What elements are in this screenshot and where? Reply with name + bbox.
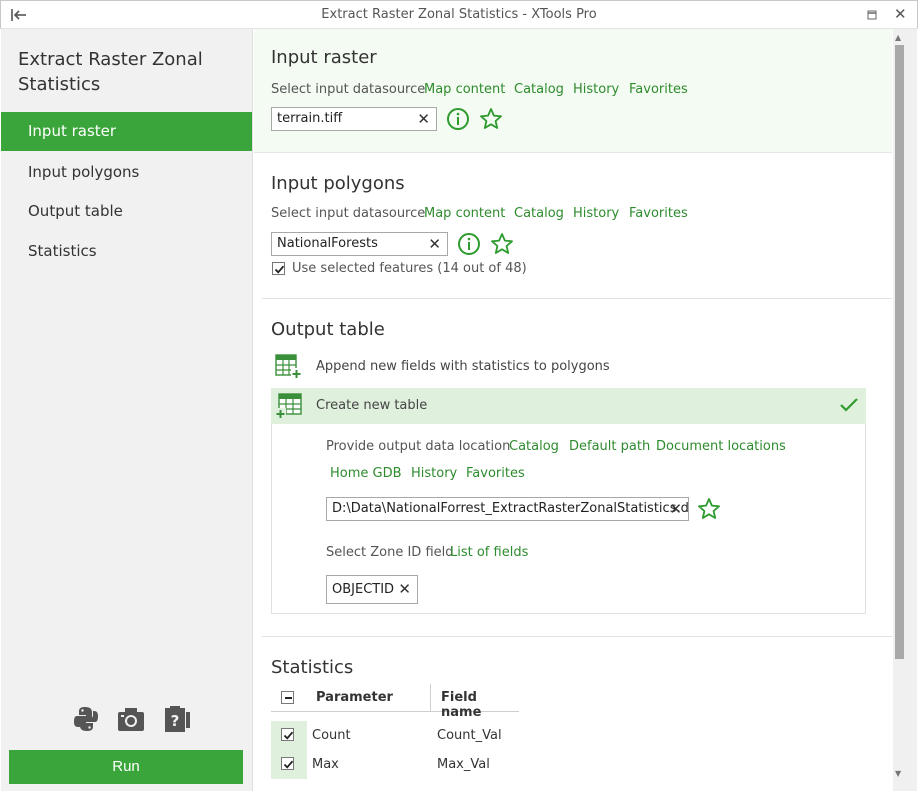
zone-field-label: Select Zone ID field (326, 545, 454, 560)
output-link-home-gdb[interactable]: Home GDB (330, 466, 402, 481)
option-create-label: Create new table (316, 398, 428, 413)
row-field-name: Count_Val (437, 728, 502, 743)
use-selected-checkbox[interactable] (272, 262, 285, 275)
raster-info-icon[interactable] (446, 107, 470, 131)
sidebar-heading: Extract Raster Zonal Statistics (18, 49, 203, 95)
input-raster-section: Input raster Select input datasource Map… (254, 29, 892, 153)
title-bar: Extract Raster Zonal Statistics - XTools… (0, 0, 918, 29)
raster-favorite-star-icon[interactable] (479, 107, 503, 131)
append-table-icon (275, 353, 303, 385)
statistics-table-header: Parameter Field name (271, 684, 519, 720)
polygons-input-field[interactable]: NationalForests ✕ (271, 232, 448, 256)
polygons-link-history[interactable]: History (573, 206, 619, 221)
polygons-link-map-content[interactable]: Map content (424, 206, 505, 221)
restore-icon[interactable] (867, 9, 877, 20)
scroll-up-arrow-icon[interactable]: ▲ (895, 33, 901, 42)
sidebar-item-output-table[interactable]: Output table (1, 192, 252, 231)
raster-select-label: Select input datasource (271, 82, 426, 97)
create-table-icon (275, 392, 303, 424)
divider (262, 636, 892, 637)
sidebar-item-input-polygons[interactable]: Input polygons (1, 153, 252, 192)
statistics-title: Statistics (271, 657, 354, 678)
help-clipboard-icon[interactable]: ? (162, 704, 192, 734)
vertical-scrollbar[interactable]: ▲ ▼ (893, 29, 917, 791)
clear-raster-icon[interactable]: ✕ (417, 108, 430, 130)
sidebar-tools: ? (71, 704, 201, 736)
window-title: Extract Raster Zonal Statistics - XTools… (321, 7, 597, 22)
polygons-info-icon[interactable] (457, 232, 481, 256)
zone-id-value: OBJECTID (332, 582, 395, 597)
column-header-field-name[interactable]: Field name (441, 690, 519, 720)
output-table-title: Output table (271, 319, 385, 340)
clear-output-path-icon[interactable]: ✕ (669, 498, 682, 520)
raster-link-history[interactable]: History (573, 82, 619, 97)
clear-zone-id-icon[interactable]: ✕ (398, 576, 411, 603)
python-icon[interactable] (71, 704, 101, 734)
table-row[interactable]: Count Count_Val (271, 721, 519, 750)
svg-text:?: ? (171, 712, 180, 730)
option-create-new-table[interactable]: Create new table (271, 388, 866, 424)
raster-link-catalog[interactable]: Catalog (514, 82, 564, 97)
row-checkbox-max[interactable] (281, 757, 294, 770)
table-row[interactable]: Max Max_Val (271, 750, 519, 779)
polygons-input-value: NationalForests (277, 236, 378, 251)
selected-check-icon (839, 396, 859, 418)
clear-polygons-icon[interactable]: ✕ (428, 233, 441, 255)
sidebar-item-statistics[interactable]: Statistics (1, 232, 252, 271)
output-link-history[interactable]: History (411, 466, 457, 481)
sidebar-item-input-raster[interactable]: Input raster (1, 112, 252, 151)
polygons-select-label: Select input datasource (271, 206, 426, 221)
output-location-label: Provide output data location (326, 439, 511, 454)
output-link-favorites[interactable]: Favorites (466, 466, 525, 481)
use-selected-label: Use selected features (14 out of 48) (292, 261, 527, 276)
row-field-name: Max_Val (437, 757, 490, 772)
row-checkbox-count[interactable] (281, 728, 294, 741)
raster-input-value: terrain.tiff (277, 111, 343, 126)
output-favorite-star-icon[interactable] (697, 497, 721, 521)
divider (262, 298, 892, 299)
column-header-parameter[interactable]: Parameter (316, 690, 393, 705)
input-raster-title: Input raster (271, 47, 377, 68)
polygons-link-catalog[interactable]: Catalog (514, 206, 564, 221)
row-parameter: Count (312, 728, 351, 743)
polygons-favorite-star-icon[interactable] (490, 232, 514, 256)
output-link-catalog[interactable]: Catalog (509, 439, 559, 454)
option-append-fields[interactable]: Append new fields with statistics to pol… (271, 349, 866, 385)
select-all-checkbox[interactable] (281, 691, 294, 704)
output-path-field[interactable]: D:\Data\NationalForrest_ExtractRasterZon… (326, 497, 689, 521)
close-icon[interactable]: ✕ (894, 7, 907, 22)
raster-link-favorites[interactable]: Favorites (629, 82, 688, 97)
sidebar: Extract Raster Zonal Statistics Input ra… (1, 29, 253, 791)
raster-input-field[interactable]: terrain.tiff ✕ (271, 107, 437, 131)
option-append-label: Append new fields with statistics to pol… (316, 359, 610, 374)
main-panel: Input raster Select input datasource Map… (254, 29, 892, 791)
raster-link-map-content[interactable]: Map content (424, 82, 505, 97)
output-link-document-locations[interactable]: Document locations (656, 439, 786, 454)
polygons-link-favorites[interactable]: Favorites (629, 206, 688, 221)
output-path-value: D:\Data\NationalForrest_ExtractRasterZon… (332, 501, 689, 516)
scrollbar-thumb[interactable] (895, 45, 904, 659)
column-separator (430, 684, 431, 712)
output-link-default-path[interactable]: Default path (569, 439, 650, 454)
scroll-down-arrow-icon[interactable]: ▼ (895, 769, 901, 778)
camera-icon[interactable] (116, 704, 146, 734)
zone-id-field[interactable]: OBJECTID ✕ (326, 575, 418, 604)
row-parameter: Max (312, 757, 339, 772)
zone-link-list-of-fields[interactable]: List of fields (450, 545, 528, 560)
input-polygons-title: Input polygons (271, 173, 405, 194)
run-button[interactable]: Run (9, 750, 243, 784)
